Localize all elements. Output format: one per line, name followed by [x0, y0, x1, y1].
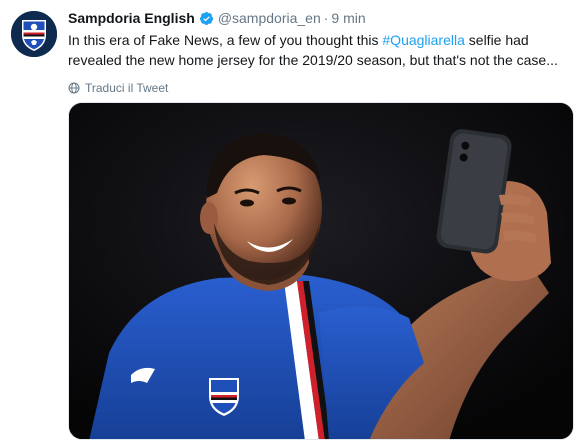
avatar[interactable] [11, 11, 57, 57]
user-handle[interactable]: @sampdoria_en [218, 8, 321, 28]
separator-dot: · [323, 10, 329, 26]
display-name[interactable]: Sampdoria English [68, 8, 195, 28]
tweet-text: In this era of Fake News, a few of you t… [68, 30, 573, 70]
tweet-card[interactable]: Sampdoria English @sampdoria_en · 9 min … [0, 0, 583, 446]
tweet-timestamp[interactable]: 9 min [331, 8, 365, 28]
tweet-photo[interactable] [68, 102, 574, 440]
selfie-photo-image [69, 103, 573, 439]
tweet-content: Sampdoria English @sampdoria_en · 9 min … [68, 8, 573, 96]
sampdoria-crest-icon [11, 11, 57, 57]
translate-label: Traduci il Tweet [85, 81, 169, 95]
hashtag-link[interactable]: #Quagliarella [382, 32, 465, 48]
translate-tweet-link[interactable]: Traduci il Tweet [68, 80, 573, 96]
tweet-text-part-1: In this era of Fake News, a few of you t… [68, 32, 383, 48]
verified-badge-icon [199, 11, 213, 25]
tweet-header: Sampdoria English @sampdoria_en · 9 min [68, 8, 573, 28]
globe-icon [68, 82, 80, 94]
